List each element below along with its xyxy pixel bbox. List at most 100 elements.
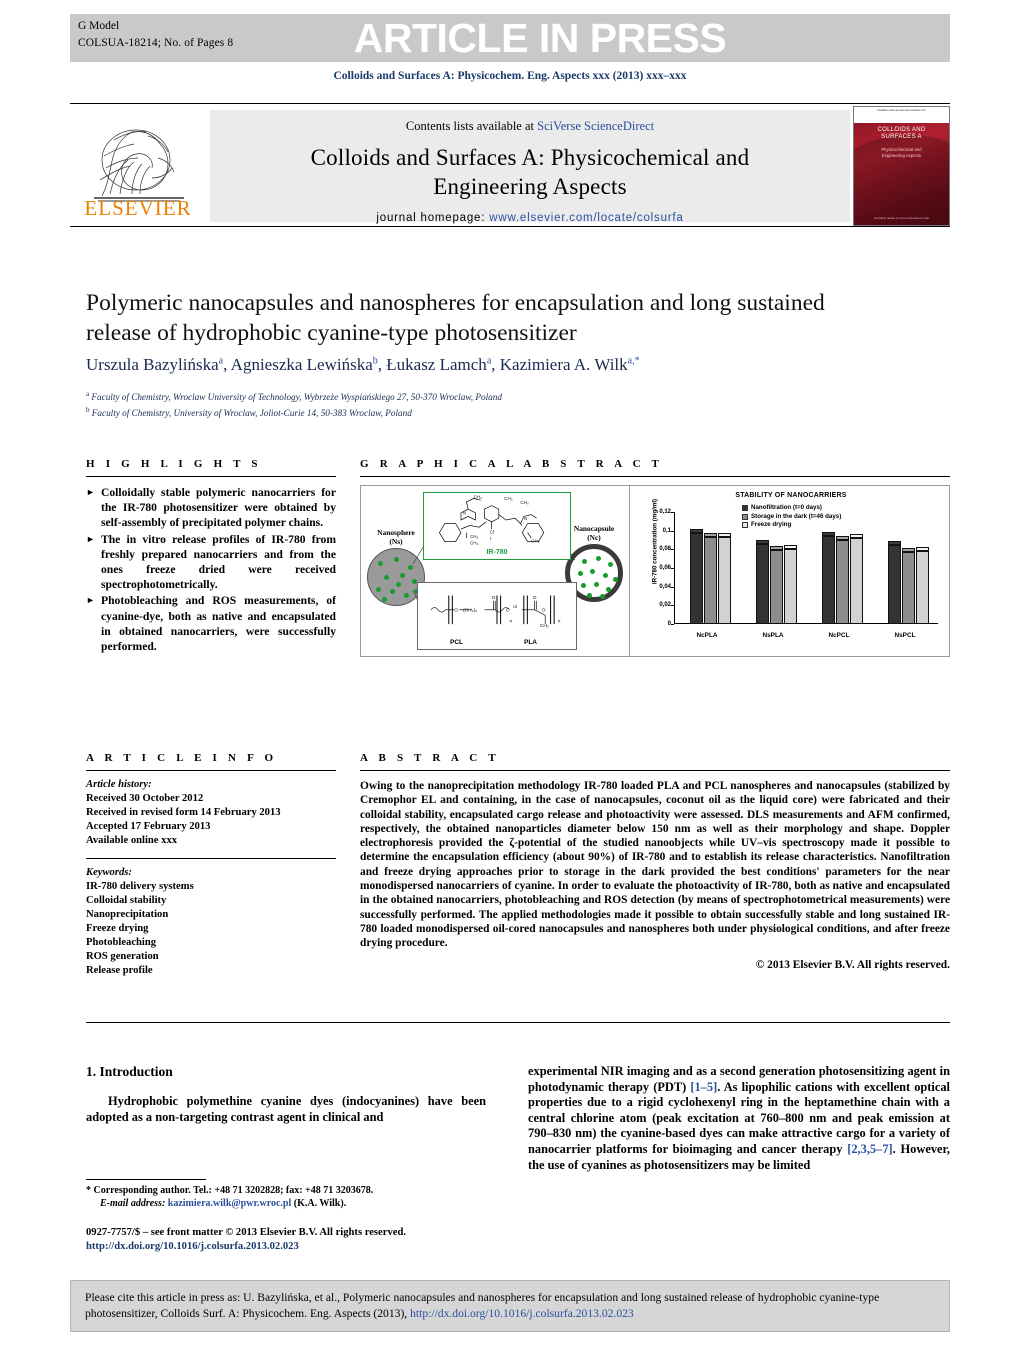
keyword-item: Colloidal stability xyxy=(86,895,167,906)
chart-tick-mark xyxy=(671,624,674,625)
article-info-heading: A R T I C L E I N F O xyxy=(86,752,278,764)
doi-link[interactable]: http://dx.doi.org/10.1016/j.colsurfa.201… xyxy=(86,1241,299,1252)
section-divider xyxy=(86,1022,950,1023)
citation-ref-2[interactable]: [2,3,5–7] xyxy=(847,1142,892,1156)
body-column-left: 1. Introduction Hydrophobic polymethine … xyxy=(86,1064,486,1125)
keywords-block: Keywords: IR-780 delivery systems Colloi… xyxy=(86,866,336,978)
chart-title: STABILITY OF NANOCARRIERS xyxy=(735,492,847,499)
chart-bar-top xyxy=(704,533,717,538)
contents-line: Contents lists available at SciVerse Sci… xyxy=(210,119,850,134)
affiliation-a: a Faculty of Chemistry, Wroclaw Universi… xyxy=(86,390,502,403)
email-line: E-mail address: kazimiera.wilk@pwr.wroc.… xyxy=(86,1197,486,1210)
keyword-item: Nanoprecipitation xyxy=(86,909,169,920)
cover-subtitle: Physicochemical and Engineering Aspects xyxy=(854,147,949,158)
cover-title-line1: COLLOIDS AND xyxy=(877,127,926,133)
chart-bar-top xyxy=(850,534,863,539)
history-line: Available online xxx xyxy=(86,835,178,846)
section-heading-introduction: 1. Introduction xyxy=(86,1064,173,1079)
article-info-rule xyxy=(86,770,336,771)
chart-x-tick-label: NcPLA xyxy=(696,632,718,639)
chart-y-tick: 0,08 xyxy=(659,546,671,553)
bullet-arrow-icon: ► xyxy=(86,595,95,606)
chart-y-tick: 0,02 xyxy=(659,602,671,609)
chart-bar xyxy=(916,547,929,624)
journal-title: Colloids and Surfaces A: Physicochemical… xyxy=(210,143,850,201)
journal-title-line1: Colloids and Surfaces A: Physicochemical… xyxy=(310,145,750,170)
svg-text:O: O xyxy=(533,595,537,601)
email-link[interactable]: kazimiera.wilk@pwr.wroc.pl xyxy=(168,1198,291,1209)
cover-top-note: Available online at www.sciencedirect.co… xyxy=(877,109,926,112)
chart-bar-top xyxy=(690,529,703,534)
graphical-abstract-figure: Nanosphere (Ns) Nanocapsule (Nc) CH₃ CH₃… xyxy=(360,485,950,657)
abstract-copyright: © 2013 Elsevier B.V. All rights reserved… xyxy=(755,958,950,971)
cover-top-band: Available online at www.sciencedirect.co… xyxy=(854,107,949,123)
polymer-right-label: PLA xyxy=(524,639,537,646)
email-label: E-mail address: xyxy=(100,1198,166,1209)
chart-bar-top xyxy=(836,536,849,540)
abstract-heading: A B S T R A C T xyxy=(360,752,500,764)
cover-title: COLLOIDS AND SURFACES A xyxy=(854,127,949,141)
polymer-structure-diagram: O (CH₂)₅ O C n O O CH₃ n or xyxy=(430,595,561,629)
chart-bar-face xyxy=(836,540,849,624)
graphical-abstract-heading: G R A P H I C A L A B S T R A C T xyxy=(360,458,664,470)
svg-text:I: I xyxy=(490,536,491,541)
front-matter-line: 0927-7757/$ – see front matter © 2013 El… xyxy=(86,1227,406,1238)
cite-doi-link[interactable]: http://dx.doi.org/10.1016/j.colsurfa.201… xyxy=(410,1307,634,1320)
sciencedirect-link[interactable]: SciVerse ScienceDirect xyxy=(537,119,654,133)
journal-reference: Colloids and Surfaces A: Physicochem. En… xyxy=(333,70,687,82)
chart-bar-top xyxy=(756,539,769,544)
svg-text:C: C xyxy=(506,608,510,614)
nanocarrier-schematic: Nanosphere (Ns) Nanocapsule (Nc) CH₃ CH₃… xyxy=(361,486,629,656)
journal-homepage-link[interactable]: www.elsevier.com/locate/colsurfa xyxy=(489,212,683,224)
author-list: Urszula Bazylińskaa, Agnieszka Lewińskab… xyxy=(86,355,640,374)
chart-bar xyxy=(822,532,835,624)
highlights-rule xyxy=(86,476,336,477)
svg-text:CH₃: CH₃ xyxy=(531,539,539,544)
highlights-heading: H I G H L I G H T S xyxy=(86,458,262,470)
chart-y-axis xyxy=(674,512,675,624)
footnote-rule xyxy=(86,1179,206,1180)
svg-text:CH₃: CH₃ xyxy=(520,500,528,505)
keyword-item: ROS generation xyxy=(86,951,159,962)
chart-bar-top xyxy=(770,546,783,551)
chart-bar-face xyxy=(902,552,915,624)
polymer-left-label: PCL xyxy=(450,639,463,646)
stability-bar-chart: STABILITY OF NANOCARRIERS Nanofiltration… xyxy=(634,490,948,654)
svg-text:CH₃: CH₃ xyxy=(540,623,549,629)
chart-bar xyxy=(836,536,849,624)
citation-ref-1[interactable]: [1–5] xyxy=(690,1080,717,1094)
intro-paragraph-right: experimental NIR imaging and as a second… xyxy=(528,1064,950,1173)
affiliation-a-text: Faculty of Chemistry, Wroclaw University… xyxy=(91,392,502,403)
abstract-rule xyxy=(360,770,950,771)
chart-tick-mark xyxy=(671,512,674,513)
article-in-press-banner: G Model COLSUA-18214; No. of Pages 8 ART… xyxy=(70,14,950,62)
chart-bar xyxy=(690,529,703,624)
cite-this-article-box: Please cite this article in press as: U.… xyxy=(70,1280,950,1332)
chart-bar-face xyxy=(888,544,901,624)
journal-homepage-line: journal homepage: www.elsevier.com/locat… xyxy=(210,212,850,224)
chart-plot-area: 0 0,02 0,04 0,06 0,08 0,1 0,12 NcPLA NsPLA NcPCL N… xyxy=(659,509,938,639)
chart-bar-top xyxy=(822,532,835,537)
highlight-text: The in vitro release profiles of IR-780 … xyxy=(101,532,336,592)
homepage-prefix: journal homepage: xyxy=(376,212,490,224)
keywords-rule xyxy=(86,858,336,859)
chart-bar xyxy=(850,534,863,624)
svg-text:O: O xyxy=(542,608,546,614)
chart-bar-face xyxy=(850,538,863,624)
chart-bar xyxy=(902,548,915,624)
graphical-abstract-section: G R A P H I C A L A B S T R A C T Nanosp… xyxy=(360,458,950,657)
list-item: ► The in vitro release profiles of IR-78… xyxy=(86,532,336,593)
chart-y-tick: 0,06 xyxy=(659,565,671,571)
affiliation-b-text: Faculty of Chemistry, University of Wroc… xyxy=(91,407,412,418)
chart-bar xyxy=(784,545,797,624)
banner-title: ARTICLE IN PRESS xyxy=(353,14,727,61)
history-line: Received in revised form 14 February 201… xyxy=(86,807,281,818)
polymer-structure-box: O (CH₂)₅ O C n O O CH₃ n or PCL PLA xyxy=(417,582,577,650)
keyword-item: IR-780 delivery systems xyxy=(86,881,194,892)
journal-cover-thumbnail: Available online at www.sciencedirect.co… xyxy=(853,106,950,226)
body-column-right: experimental NIR imaging and as a second… xyxy=(528,1064,950,1173)
chart-tick-mark xyxy=(671,605,674,607)
bullet-arrow-icon: ► xyxy=(86,487,95,497)
keyword-item: Release profile xyxy=(86,965,153,976)
chart-bar xyxy=(756,539,769,624)
